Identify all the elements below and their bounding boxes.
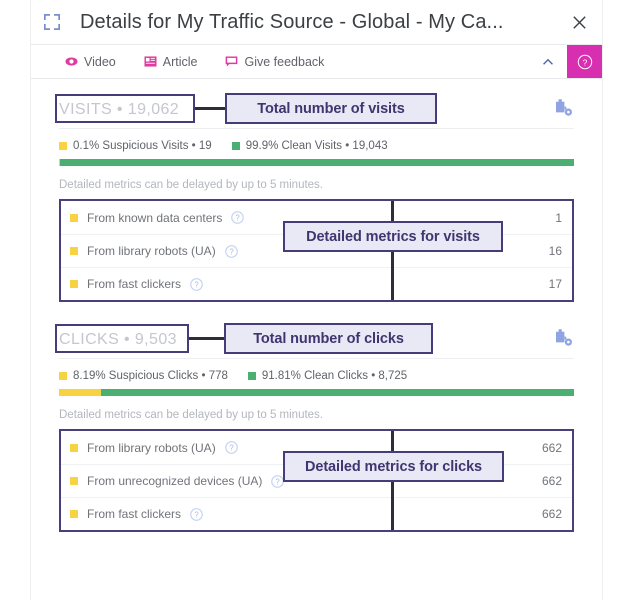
clicks-row-2-label: From fast clickers (87, 507, 182, 521)
svg-text:?: ? (582, 57, 587, 67)
info-question-icon[interactable]: ? (224, 441, 238, 454)
clicks-row-2-value: 662 (541, 507, 562, 521)
expand-fullscreen-icon[interactable] (43, 13, 61, 31)
svg-text:?: ? (276, 477, 281, 486)
toolbar-right-controls: ? (529, 45, 602, 78)
clicks-table-annotation-label: Detailed metrics for clicks (283, 451, 504, 482)
visits-delay-note: Detailed metrics can be delayed by up to… (59, 179, 324, 191)
row-bullet-icon (70, 510, 78, 518)
toolbar-item-article-label: Article (162, 54, 198, 69)
feedback-icon (225, 55, 238, 68)
visits-row-1-label-wrap: From library robots (UA) ? (61, 244, 238, 258)
section-visits: VISITS • 19,062 Total number of visits 0… (55, 93, 574, 302)
toolbar-item-video[interactable]: Video (65, 55, 116, 69)
info-question-icon[interactable]: ? (224, 244, 238, 258)
clicks-delay-note: Detailed metrics can be delayed by up to… (59, 409, 324, 421)
modal-title-bar: Details for My Traffic Source - Global -… (31, 0, 602, 44)
toolbar-item-give-feedback-label: Give feedback (244, 54, 325, 69)
close-icon[interactable] (566, 9, 592, 35)
visits-ratio-bar (59, 159, 574, 166)
chevron-up-icon[interactable] (529, 45, 567, 78)
visits-annotation-label: Total number of visits (225, 93, 437, 124)
clicks-annotation-label: Total number of clicks (224, 323, 433, 354)
svg-text:?: ? (229, 443, 234, 452)
visits-legend: 0.1% Suspicious Visits • 19 99.9% Clean … (59, 140, 574, 152)
video-eye-icon (65, 55, 78, 68)
legend-swatch-clean (247, 372, 256, 380)
visits-bar-clean (59, 159, 574, 166)
copy-settings-icon[interactable] (552, 97, 574, 119)
visits-row-2-label-wrap: From fast clickers ? (61, 277, 203, 291)
table-row[interactable]: From fast clickers ? 662 (61, 497, 572, 530)
help-question-icon[interactable]: ? (567, 45, 602, 78)
clicks-row-2-label-wrap: From fast clickers ? (61, 507, 203, 521)
legend-label-clean-clicks: 91.81% Clean Clicks • 8,725 (261, 370, 408, 382)
legend-item-suspicious-visits: 0.1% Suspicious Visits • 19 (59, 140, 212, 152)
legend-label-suspicious-visits: 0.1% Suspicious Visits • 19 (73, 140, 212, 152)
row-bullet-icon (70, 443, 78, 452)
visits-annotation-connector (195, 107, 228, 110)
section-clicks: CLICKS • 9,503 Total number of clicks 8.… (55, 323, 574, 532)
info-question-icon[interactable]: ? (190, 277, 203, 291)
clicks-annotation-connector (189, 337, 227, 340)
article-icon (144, 55, 157, 68)
legend-label-clean-visits: 99.9% Clean Visits • 19,043 (245, 140, 388, 152)
visits-row-0-value: 1 (555, 210, 562, 225)
clicks-bar-suspicious (59, 389, 102, 396)
toolbar-item-video-label: Video (84, 54, 116, 69)
legend-item-suspicious-clicks: 8.19% Suspicious Clicks • 778 (59, 370, 228, 382)
legend-swatch-clean (231, 142, 240, 150)
page-title: Details for My Traffic Source - Global -… (80, 10, 504, 33)
page-root: Details for My Traffic Source - Global -… (0, 0, 633, 600)
svg-text:?: ? (236, 213, 241, 222)
legend-label-suspicious-clicks: 8.19% Suspicious Clicks • 778 (73, 370, 228, 382)
clicks-bar-clean (101, 389, 574, 396)
clicks-row-1-label: From unrecognized devices (UA) (87, 474, 263, 488)
row-bullet-icon (70, 247, 78, 255)
visits-table-annotation-label: Detailed metrics for visits (283, 221, 503, 252)
visits-row-0-label-wrap: From known data centers ? (61, 210, 245, 225)
visits-row-2-value: 17 (548, 277, 562, 291)
svg-text:?: ? (194, 280, 199, 289)
modal-body: VISITS • 19,062 Total number of visits 0… (31, 93, 602, 532)
visits-metrics-table: From known data centers ? 1 From library… (59, 199, 574, 302)
row-bullet-icon (70, 477, 78, 485)
legend-swatch-suspicious (59, 372, 67, 380)
modal-toolbar: Video Article Give feedback ? (31, 44, 602, 79)
info-question-icon[interactable]: ? (231, 211, 245, 224)
clicks-row-0-value: 662 (541, 440, 562, 455)
visits-row-0-label: From known data centers (87, 210, 223, 225)
details-modal: Details for My Traffic Source - Global -… (30, 0, 603, 600)
toolbar-item-article[interactable]: Article (144, 54, 198, 69)
legend-swatch-suspicious (59, 142, 67, 150)
clicks-row-1-value: 662 (541, 474, 562, 488)
toolbar-item-give-feedback[interactable]: Give feedback (225, 55, 324, 69)
visits-row-2-label: From fast clickers (87, 277, 182, 291)
svg-text:?: ? (229, 247, 234, 256)
visits-row-1-value: 16 (548, 244, 562, 258)
table-row[interactable]: From fast clickers ? 17 (61, 267, 572, 300)
clicks-metrics-table: From library robots (UA) ? 662 From unre… (59, 429, 574, 532)
svg-text:?: ? (194, 510, 199, 519)
copy-settings-icon[interactable] (552, 327, 574, 349)
clicks-row-0-label: From library robots (UA) (87, 440, 216, 455)
row-bullet-icon (70, 213, 78, 222)
row-bullet-icon (70, 280, 78, 288)
legend-item-clean-clicks: 91.81% Clean Clicks • 8,725 (247, 370, 408, 382)
visits-title-highlight-box (55, 94, 195, 123)
clicks-row-1-label-wrap: From unrecognized devices (UA) ? (61, 474, 285, 488)
clicks-row-0-label-wrap: From library robots (UA) ? (61, 441, 238, 455)
clicks-legend: 8.19% Suspicious Clicks • 778 91.81% Cle… (59, 370, 574, 382)
legend-item-clean-visits: 99.9% Clean Visits • 19,043 (231, 140, 388, 152)
info-question-icon[interactable]: ? (190, 507, 203, 521)
clicks-ratio-bar (59, 389, 574, 396)
clicks-title-highlight-box (55, 324, 189, 353)
visits-row-1-label: From library robots (UA) (87, 244, 216, 258)
